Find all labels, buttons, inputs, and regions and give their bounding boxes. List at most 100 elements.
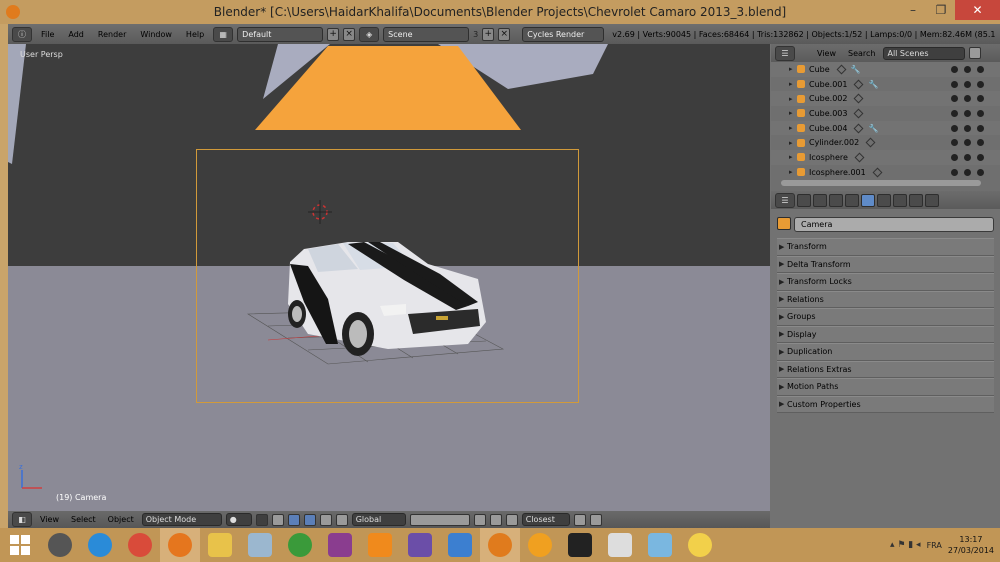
expand-icon[interactable]: ▸: [789, 124, 797, 132]
panel-transform-locks[interactable]: ▶ Transform Locks: [777, 273, 994, 291]
outliner-item[interactable]: ▸ Cube.001 🔧: [771, 77, 1000, 92]
manipulator-icon[interactable]: [287, 513, 300, 526]
scene-context-icon[interactable]: [829, 193, 843, 207]
expand-icon[interactable]: ▸: [789, 95, 797, 103]
outliner-editor-type-button[interactable]: ☰: [775, 45, 795, 61]
maximize-button[interactable]: ❐: [927, 0, 955, 20]
scene-icon[interactable]: ◈: [359, 26, 380, 42]
taskbar-app[interactable]: [320, 528, 360, 562]
menu-add[interactable]: Add: [63, 30, 89, 39]
taskbar-app[interactable]: [480, 528, 520, 562]
panel-delta-transform[interactable]: ▶ Delta Transform: [777, 255, 994, 273]
taskbar-app[interactable]: [80, 528, 120, 562]
outliner-item[interactable]: ▸ Icosphere: [771, 150, 1000, 165]
restrict-toggles[interactable]: [951, 153, 984, 161]
constraints-context-icon[interactable]: [877, 193, 891, 207]
taskbar-app[interactable]: [40, 528, 80, 562]
mode-select[interactable]: Object Mode: [141, 513, 222, 526]
screen-layout-icon[interactable]: ▦: [213, 26, 234, 42]
restrict-toggles[interactable]: [951, 109, 984, 117]
taskbar-app[interactable]: [280, 528, 320, 562]
lock-icon[interactable]: [473, 513, 486, 526]
snap-icon[interactable]: [505, 513, 518, 526]
object-context-icon[interactable]: [861, 193, 875, 207]
taskbar-app[interactable]: [200, 528, 240, 562]
taskbar-app[interactable]: [520, 528, 560, 562]
outliner-menu-search[interactable]: Search: [844, 49, 879, 58]
scene-field[interactable]: Scene: [383, 26, 470, 42]
scale-icon[interactable]: [335, 513, 348, 526]
taskbar-app[interactable]: [400, 528, 440, 562]
3d-viewport[interactable]: User Persp z (19) Camera: [8, 44, 770, 511]
expand-icon[interactable]: ▸: [789, 65, 797, 73]
panel-custom-properties[interactable]: ▶ Custom Properties: [777, 395, 994, 413]
restrict-toggles[interactable]: [951, 65, 984, 73]
restrict-toggles[interactable]: [951, 95, 984, 103]
snap-target-select[interactable]: Closest: [521, 513, 570, 526]
world-context-icon[interactable]: [845, 193, 859, 207]
render-context-icon[interactable]: [797, 193, 811, 207]
expand-icon[interactable]: ▸: [789, 80, 797, 88]
taskbar-app[interactable]: [600, 528, 640, 562]
proportional-edit-icon[interactable]: [489, 513, 502, 526]
panel-duplication[interactable]: ▶ Duplication: [777, 343, 994, 361]
panel-transform[interactable]: ▶ Transform: [777, 238, 994, 256]
outliner-item[interactable]: ▸ Icosphere.001: [771, 165, 1000, 180]
outliner-filter-select[interactable]: All Scenes: [883, 46, 966, 60]
translate-icon[interactable]: [303, 513, 316, 526]
layer-grid[interactable]: [409, 513, 470, 526]
menu-render[interactable]: Render: [93, 30, 131, 39]
panel-motion-paths[interactable]: ▶ Motion Paths: [777, 378, 994, 396]
shading-select[interactable]: ●: [225, 513, 252, 526]
viewport-menu-view[interactable]: View: [36, 515, 63, 524]
outliner-search-icon[interactable]: [969, 47, 982, 59]
taskbar-app[interactable]: [560, 528, 600, 562]
taskbar-app[interactable]: [360, 528, 400, 562]
panel-groups[interactable]: ▶ Groups: [777, 308, 994, 326]
menu-window[interactable]: Window: [135, 30, 177, 39]
expand-icon[interactable]: ▸: [789, 109, 797, 117]
texture-context-icon[interactable]: [909, 193, 923, 207]
add-scene-button[interactable]: +: [482, 27, 495, 41]
layers-icon[interactable]: [271, 513, 284, 526]
taskbar-app[interactable]: [640, 528, 680, 562]
screen-layout-field[interactable]: Default: [237, 26, 324, 42]
pivot-icon[interactable]: [255, 513, 268, 526]
restrict-toggles[interactable]: [951, 168, 984, 176]
restrict-toggles[interactable]: [951, 139, 984, 147]
remove-scene-button[interactable]: ×: [498, 27, 511, 41]
close-button[interactable]: ✕: [955, 0, 1000, 20]
outliner-scrollbar[interactable]: [781, 180, 981, 186]
viewport-editor-type-button[interactable]: ◧: [12, 512, 32, 527]
viewport-menu-select[interactable]: Select: [67, 515, 100, 524]
menu-file[interactable]: File: [36, 30, 59, 39]
layers-context-icon[interactable]: [813, 193, 827, 207]
panel-display[interactable]: ▶ Display: [777, 325, 994, 343]
taskbar-app[interactable]: [240, 528, 280, 562]
taskbar-app[interactable]: [440, 528, 480, 562]
rotate-icon[interactable]: [319, 513, 332, 526]
remove-layout-button[interactable]: ×: [343, 27, 356, 41]
start-button[interactable]: [0, 528, 40, 562]
minimize-button[interactable]: –: [899, 0, 927, 20]
outliner-item[interactable]: ▸ Cube.004 🔧: [771, 120, 1000, 136]
render-animation-icon[interactable]: [589, 513, 602, 526]
outliner-menu-view[interactable]: View: [813, 49, 840, 58]
data-context-icon[interactable]: [893, 193, 907, 207]
language-indicator[interactable]: FRA: [927, 541, 942, 550]
clock[interactable]: 13:17 27/03/2014: [948, 534, 994, 556]
expand-icon[interactable]: ▸: [789, 139, 797, 147]
expand-icon[interactable]: ▸: [789, 168, 797, 176]
editor-type-button[interactable]: ⓘ: [12, 26, 32, 42]
render-preview-icon[interactable]: [573, 513, 586, 526]
orientation-select[interactable]: Global: [351, 513, 406, 526]
outliner-item[interactable]: ▸ Cube.002: [771, 91, 1000, 107]
panel-relations-extras[interactable]: ▶ Relations Extras: [777, 360, 994, 378]
viewport-menu-object[interactable]: Object: [104, 515, 138, 524]
add-layout-button[interactable]: +: [327, 27, 340, 41]
object-name-field[interactable]: Camera: [794, 217, 994, 232]
restrict-toggles[interactable]: [951, 80, 984, 88]
outliner-item[interactable]: ▸ Cube 🔧: [771, 62, 1000, 77]
taskbar-app[interactable]: [120, 528, 160, 562]
panel-relations[interactable]: ▶ Relations: [777, 290, 994, 308]
